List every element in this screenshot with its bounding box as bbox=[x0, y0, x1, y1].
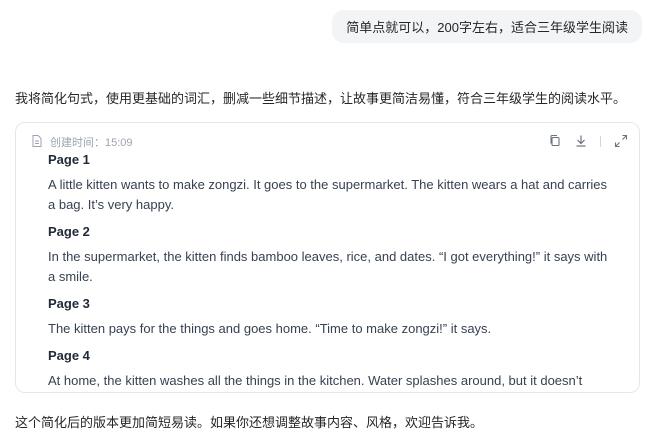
created-time-label: 创建时间：15:09 bbox=[50, 137, 133, 149]
page-title: Page 1 bbox=[48, 152, 90, 167]
page-text: At home, the kitten washes all the thing… bbox=[48, 373, 583, 388]
page-text: In the supermarket, the kitten finds bam… bbox=[48, 249, 608, 284]
toolbar-divider bbox=[600, 136, 601, 147]
document-icon bbox=[30, 134, 44, 148]
page-text: The kitten pays for the things and goes … bbox=[48, 321, 492, 336]
page-title: Page 4 bbox=[48, 348, 90, 363]
expand-icon[interactable] bbox=[613, 133, 629, 149]
user-message-text: 简单点就可以，200字左右，适合三年级学生阅读 bbox=[346, 20, 628, 35]
document-card: 创建时间：15:09 Page 1 A little kitten wants … bbox=[15, 122, 640, 393]
assistant-outro-text: 这个简化后的版本更加简短易读。如果你还想调整故事内容、风格，欢迎告诉我。 bbox=[15, 415, 484, 430]
assistant-intro-text: 我将简化句式，使用更基础的词汇，删减一些细节描述，让故事更简洁易懂，符合三年级学… bbox=[15, 91, 627, 106]
page-title: Page 3 bbox=[48, 296, 90, 311]
document-body: Page 1 A little kitten wants to make zon… bbox=[48, 151, 609, 392]
download-icon[interactable] bbox=[573, 133, 589, 149]
user-message-bubble: 简单点就可以，200字左右，适合三年级学生阅读 bbox=[332, 10, 642, 43]
copy-icon[interactable] bbox=[547, 133, 563, 149]
page-text: A little kitten wants to make zongzi. It… bbox=[48, 177, 608, 212]
page-title: Page 2 bbox=[48, 224, 90, 239]
